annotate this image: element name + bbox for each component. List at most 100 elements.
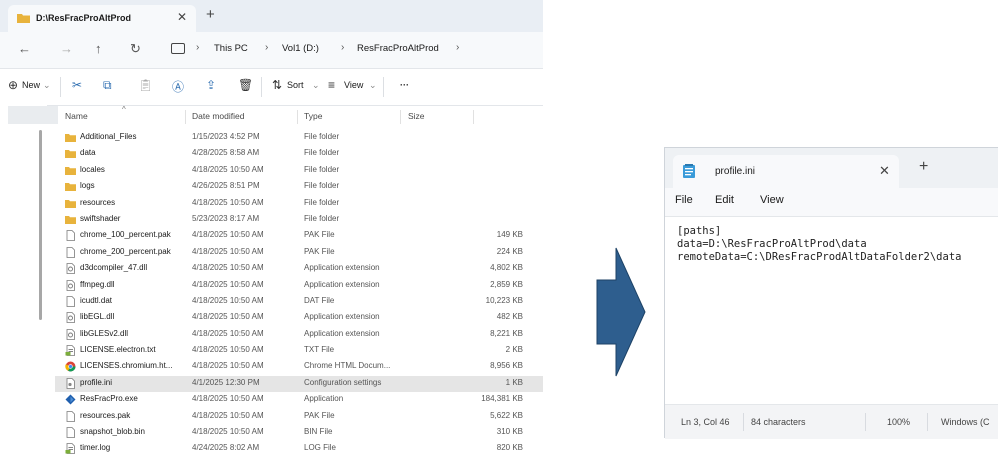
- breadcrumb-vol1[interactable]: Vol1 (D:): [282, 43, 319, 54]
- column-divider[interactable]: [297, 110, 298, 124]
- file-row[interactable]: libEGL.dll 4/18/2025 10:50 AM Application …: [55, 310, 543, 326]
- divider: [261, 77, 262, 97]
- right-arrow-icon: [596, 247, 646, 377]
- column-header-type[interactable]: Type: [304, 111, 322, 121]
- file-row[interactable]: ffmpeg.dll 4/18/2025 10:50 AM Application …: [55, 278, 543, 294]
- file-row[interactable]: LICENSE.electron.txt 4/18/2025 10:50 AM TX…: [55, 343, 543, 359]
- file-date-modified: 4/18/2025 10:50 AM: [192, 164, 264, 174]
- file-row[interactable]: timer.log 4/24/2025 8:02 AM LOG File 820 KB: [55, 441, 543, 457]
- file-row[interactable]: chrome_100_percent.pak 4/18/2025 10:50 AM…: [55, 228, 543, 244]
- file-name: chrome_200_percent.pak: [80, 246, 171, 256]
- file-row[interactable]: resources 4/18/2025 10:50 AM File folder: [55, 196, 543, 212]
- file-date-modified: 4/18/2025 10:50 AM: [192, 394, 264, 404]
- file-name: icudtl.dat: [80, 295, 113, 305]
- divider: [383, 77, 384, 97]
- notepad-tab-bar: profile.ini ✕ +: [665, 148, 998, 188]
- column-divider[interactable]: [400, 110, 401, 124]
- new-tab-button[interactable]: +: [206, 6, 215, 23]
- file-name: resources.pak: [80, 410, 131, 420]
- delete-icon[interactable]: 🗑︎: [238, 78, 253, 92]
- up-arrow-icon[interactable]: ↑: [95, 41, 102, 56]
- file-type: PAK File: [304, 410, 335, 420]
- file-row[interactable]: LICENSES.chromium.ht... 4/18/2025 10:50 A…: [55, 359, 543, 375]
- file-date-modified: 4/1/2025 12:30 PM: [192, 377, 260, 387]
- file-row[interactable]: data 4/28/2025 8:58 AM File folder: [55, 146, 543, 162]
- file-row[interactable]: swiftshader 5/23/2023 8:17 AM File folder: [55, 212, 543, 228]
- explorer-tab[interactable]: D:\ResFracProAltProd ✕: [8, 5, 196, 32]
- file-row[interactable]: icudtl.dat 4/18/2025 10:50 AM DAT File 10,2…: [55, 294, 543, 310]
- file-name: chrome_100_percent.pak: [80, 230, 171, 240]
- file-row[interactable]: resources.pak 4/18/2025 10:50 AM PAK File 5…: [55, 409, 543, 425]
- file-size: 2 KB: [505, 345, 523, 355]
- file-row[interactable]: Additional_Files 1/15/2023 4:52 PM File fo…: [55, 130, 543, 146]
- sort-button[interactable]: Sort: [287, 80, 304, 90]
- zoom-level[interactable]: 100%: [887, 417, 910, 427]
- menu-view[interactable]: View: [760, 194, 784, 206]
- file-date-modified: 4/18/2025 10:50 AM: [192, 361, 264, 371]
- back-arrow-icon[interactable]: ←: [18, 41, 31, 56]
- notepad-tab[interactable]: profile.ini ✕: [673, 155, 899, 188]
- refresh-icon[interactable]: ↻: [130, 41, 141, 57]
- file-row[interactable]: snapshot_blob.bin 4/18/2025 10:50 AM BIN F…: [55, 425, 543, 441]
- more-options-button[interactable]: ···: [400, 80, 409, 90]
- file-size: 10,223 KB: [485, 295, 523, 305]
- file-type: Application: [304, 394, 344, 404]
- file-icon: [65, 246, 76, 258]
- file-icon: [65, 427, 76, 438]
- divider: [0, 105, 543, 106]
- chrome-html-icon: [65, 361, 76, 372]
- file-size: 224 KB: [496, 246, 523, 256]
- column-header-size[interactable]: Size: [408, 111, 425, 121]
- file-type: Application extension: [304, 328, 380, 338]
- rename-icon[interactable]: Ⓐ: [172, 78, 184, 95]
- app-icon: [65, 394, 76, 405]
- file-name: libEGL.dll: [80, 312, 115, 322]
- file-row[interactable]: libGLESv2.dll 4/18/2025 10:50 AM Applicati…: [55, 327, 543, 343]
- file-date-modified: 4/28/2025 8:58 AM: [192, 148, 260, 158]
- chevron-right-icon[interactable]: ›: [456, 42, 459, 53]
- breadcrumb-resfracproaltprod[interactable]: ResFracProAltProd: [357, 43, 439, 54]
- new-button[interactable]: New: [22, 80, 40, 90]
- text-file-icon: [65, 443, 76, 455]
- breadcrumb-this-pc[interactable]: This PC: [214, 43, 248, 54]
- share-icon[interactable]: ⇪: [206, 78, 216, 92]
- paste-icon[interactable]: 📋︎: [138, 78, 153, 92]
- chevron-right-icon: ›: [265, 42, 269, 53]
- file-date-modified: 1/15/2023 4:52 PM: [192, 132, 260, 141]
- file-size: 5,622 KB: [490, 410, 523, 420]
- file-type: TXT File: [304, 345, 335, 355]
- file-row[interactable]: logs 4/26/2025 8:51 PM File folder: [55, 179, 543, 195]
- file-name: resources: [80, 197, 116, 207]
- file-row[interactable]: locales 4/18/2025 10:50 AM File folder: [55, 163, 543, 179]
- chevron-right-icon: ›: [196, 42, 200, 53]
- cursor-position: Ln 3, Col 46: [681, 417, 730, 427]
- file-row[interactable]: chrome_200_percent.pak 4/18/2025 10:50 AM…: [55, 245, 543, 261]
- chevron-down-icon: ⌄: [312, 80, 320, 90]
- column-divider[interactable]: [185, 110, 186, 124]
- cut-icon[interactable]: ✂: [72, 78, 82, 92]
- column-header-name[interactable]: Name: [65, 111, 88, 121]
- copy-icon[interactable]: ⧉: [103, 78, 112, 93]
- new-tab-button[interactable]: +: [919, 158, 928, 176]
- notepad-text-area[interactable]: [paths] data=D:\ResFracProAltProd\data r…: [665, 216, 998, 404]
- menu-file[interactable]: File: [675, 194, 693, 206]
- forward-arrow-icon[interactable]: →: [60, 41, 73, 56]
- navigation-scrollbar[interactable]: [39, 130, 42, 320]
- file-name: locales: [80, 164, 105, 174]
- line-ending[interactable]: Windows (C: [941, 417, 990, 427]
- file-row[interactable]: profile.ini 4/1/2025 12:30 PM Configuratio…: [55, 375, 543, 393]
- close-icon[interactable]: ✕: [879, 163, 890, 179]
- file-row[interactable]: d3dcompiler_47.dll 4/18/2025 10:50 AM Appl…: [55, 261, 543, 277]
- file-date-modified: 4/18/2025 10:50 AM: [192, 295, 264, 305]
- chevron-down-icon: ⌄: [43, 80, 51, 90]
- column-header-date[interactable]: Date modified: [192, 111, 244, 121]
- column-divider[interactable]: [473, 110, 474, 124]
- view-button[interactable]: View: [344, 80, 363, 90]
- file-name: libGLESv2.dll: [80, 328, 129, 338]
- file-row[interactable]: ResFracPro.exe 4/18/2025 10:50 AM Applicat…: [55, 392, 543, 408]
- file-icon: [65, 296, 76, 307]
- close-icon[interactable]: ✕: [177, 10, 187, 24]
- navigation-pane-item[interactable]: [8, 106, 58, 124]
- menu-edit[interactable]: Edit: [715, 194, 734, 206]
- folder-icon: [65, 198, 76, 209]
